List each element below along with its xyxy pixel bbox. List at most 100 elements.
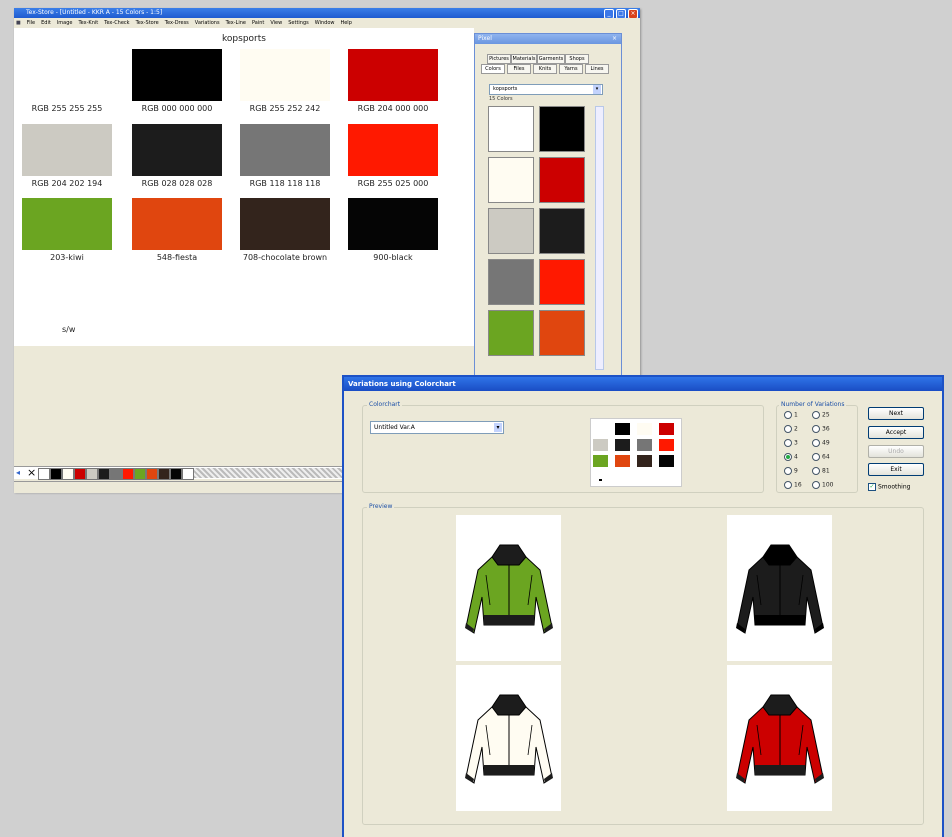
palette-chip[interactable] bbox=[62, 468, 74, 480]
color-swatch[interactable] bbox=[348, 49, 438, 101]
palette-chip[interactable] bbox=[86, 468, 98, 480]
sw-label: s/w bbox=[62, 325, 76, 334]
radio-4[interactable]: 4 bbox=[784, 453, 798, 461]
palette-chip[interactable] bbox=[134, 468, 146, 480]
next-button[interactable]: Next bbox=[868, 407, 924, 420]
menu-item[interactable]: Window bbox=[315, 20, 335, 26]
close-icon[interactable]: × bbox=[612, 34, 617, 44]
menu-item[interactable]: Tex-Store bbox=[136, 20, 159, 26]
color-swatch[interactable] bbox=[348, 124, 438, 176]
color-cell[interactable] bbox=[488, 259, 534, 305]
colorchart-select[interactable]: Untitled Var.A ▾ bbox=[370, 421, 504, 434]
radio-circle-icon bbox=[784, 439, 792, 447]
menu-item[interactable]: Settings bbox=[288, 20, 309, 26]
palette-none-icon[interactable]: × bbox=[27, 466, 36, 479]
undo-button[interactable]: Undo bbox=[868, 445, 924, 458]
palette-arrow-icon[interactable]: ◂ bbox=[16, 468, 20, 477]
color-cell[interactable] bbox=[488, 208, 534, 254]
swatch-label: 708-chocolate brown bbox=[242, 253, 328, 262]
color-cell[interactable] bbox=[539, 106, 585, 152]
radio-9[interactable]: 9 bbox=[784, 467, 798, 475]
radio-100[interactable]: 100 bbox=[812, 481, 833, 489]
menu-item[interactable]: Help bbox=[340, 20, 351, 26]
tab-pictures[interactable]: Pictures bbox=[487, 54, 511, 64]
menu-item[interactable]: Tex-Knit bbox=[78, 20, 98, 26]
color-cell[interactable] bbox=[488, 157, 534, 203]
color-swatch[interactable] bbox=[240, 124, 330, 176]
preview-red[interactable] bbox=[727, 665, 832, 811]
color-swatch[interactable] bbox=[132, 198, 222, 250]
radio-36[interactable]: 36 bbox=[812, 425, 830, 433]
palette-chip[interactable] bbox=[50, 468, 62, 480]
jacket-image bbox=[736, 544, 824, 634]
tab-materials[interactable]: Materials bbox=[511, 54, 537, 64]
radio-1[interactable]: 1 bbox=[784, 411, 798, 419]
menu-item[interactable]: Image bbox=[57, 20, 73, 26]
colorchart-label: Colorchart bbox=[367, 401, 403, 408]
menu-item[interactable]: Tex-Line bbox=[226, 20, 246, 26]
colorchart-group: Colorchart bbox=[362, 401, 764, 493]
radio-3[interactable]: 3 bbox=[784, 439, 798, 447]
color-swatch[interactable] bbox=[240, 49, 330, 101]
menu-item[interactable]: Tex-Dress bbox=[165, 20, 189, 26]
color-swatch[interactable] bbox=[22, 124, 112, 176]
menu-item[interactable]: Variations bbox=[195, 20, 220, 26]
radio-64[interactable]: 64 bbox=[812, 453, 830, 461]
palette-chip[interactable] bbox=[74, 468, 86, 480]
smoothing-checkbox[interactable]: ✓ Smoothing bbox=[868, 483, 910, 491]
accept-button[interactable]: Accept bbox=[868, 426, 924, 439]
colorchart-thumbnail bbox=[590, 418, 682, 487]
preview-green[interactable] bbox=[456, 515, 561, 661]
menu-item[interactable]: Tex-Check bbox=[104, 20, 129, 26]
color-cell[interactable] bbox=[539, 310, 585, 356]
thumb-swatch bbox=[593, 439, 608, 451]
palette-chip[interactable] bbox=[122, 468, 134, 480]
scrollbar[interactable] bbox=[595, 106, 604, 370]
color-swatch[interactable] bbox=[22, 49, 112, 101]
preview-black[interactable] bbox=[727, 515, 832, 661]
chevron-down-icon[interactable]: ▾ bbox=[593, 85, 601, 94]
palette-chip[interactable] bbox=[182, 468, 194, 480]
color-cell[interactable] bbox=[488, 106, 534, 152]
radio-25[interactable]: 25 bbox=[812, 411, 830, 419]
menu-item[interactable]: Paint bbox=[252, 20, 264, 26]
color-cell[interactable] bbox=[539, 208, 585, 254]
palette-chip[interactable] bbox=[146, 468, 158, 480]
color-cell[interactable] bbox=[488, 310, 534, 356]
palette-chip[interactable] bbox=[158, 468, 170, 480]
color-cell[interactable] bbox=[539, 157, 585, 203]
tab-colors[interactable]: Colors bbox=[481, 64, 505, 74]
exit-button[interactable]: Exit bbox=[868, 463, 924, 476]
color-cell[interactable] bbox=[539, 259, 585, 305]
preview-white[interactable] bbox=[456, 665, 561, 811]
radio-2[interactable]: 2 bbox=[784, 425, 798, 433]
radio-label: 1 bbox=[794, 411, 798, 419]
radio-49[interactable]: 49 bbox=[812, 439, 830, 447]
radio-circle-icon bbox=[812, 439, 820, 447]
palette-chip[interactable] bbox=[170, 468, 182, 480]
tab-garments[interactable]: Garments bbox=[537, 54, 565, 64]
tab-shops[interactable]: Shops bbox=[565, 54, 589, 64]
menu-item[interactable]: Edit bbox=[41, 20, 51, 26]
palette-chip[interactable] bbox=[38, 468, 50, 480]
menu-item[interactable]: File bbox=[27, 20, 35, 26]
palette-chip[interactable] bbox=[110, 468, 122, 480]
chevron-down-icon[interactable]: ▾ bbox=[494, 423, 502, 432]
radio-81[interactable]: 81 bbox=[812, 467, 830, 475]
collection-dropdown[interactable]: kopsports ▾ bbox=[489, 84, 603, 95]
palette-chip[interactable] bbox=[98, 468, 110, 480]
swatch-label: 548-fiesta bbox=[156, 253, 198, 262]
tab-yarns[interactable]: Yarns bbox=[559, 64, 583, 74]
color-swatch[interactable] bbox=[240, 198, 330, 250]
color-swatch[interactable] bbox=[22, 198, 112, 250]
color-swatch[interactable] bbox=[132, 124, 222, 176]
color-swatch[interactable] bbox=[132, 49, 222, 101]
tab-lines[interactable]: Lines bbox=[585, 64, 609, 74]
radio-16[interactable]: 16 bbox=[784, 481, 802, 489]
tab-files[interactable]: Files bbox=[507, 64, 531, 74]
menu-item[interactable]: View bbox=[270, 20, 282, 26]
radio-circle-icon bbox=[784, 453, 792, 461]
thumb-swatch bbox=[659, 439, 674, 451]
tab-knits[interactable]: Knits bbox=[533, 64, 557, 74]
color-swatch[interactable] bbox=[348, 198, 438, 250]
